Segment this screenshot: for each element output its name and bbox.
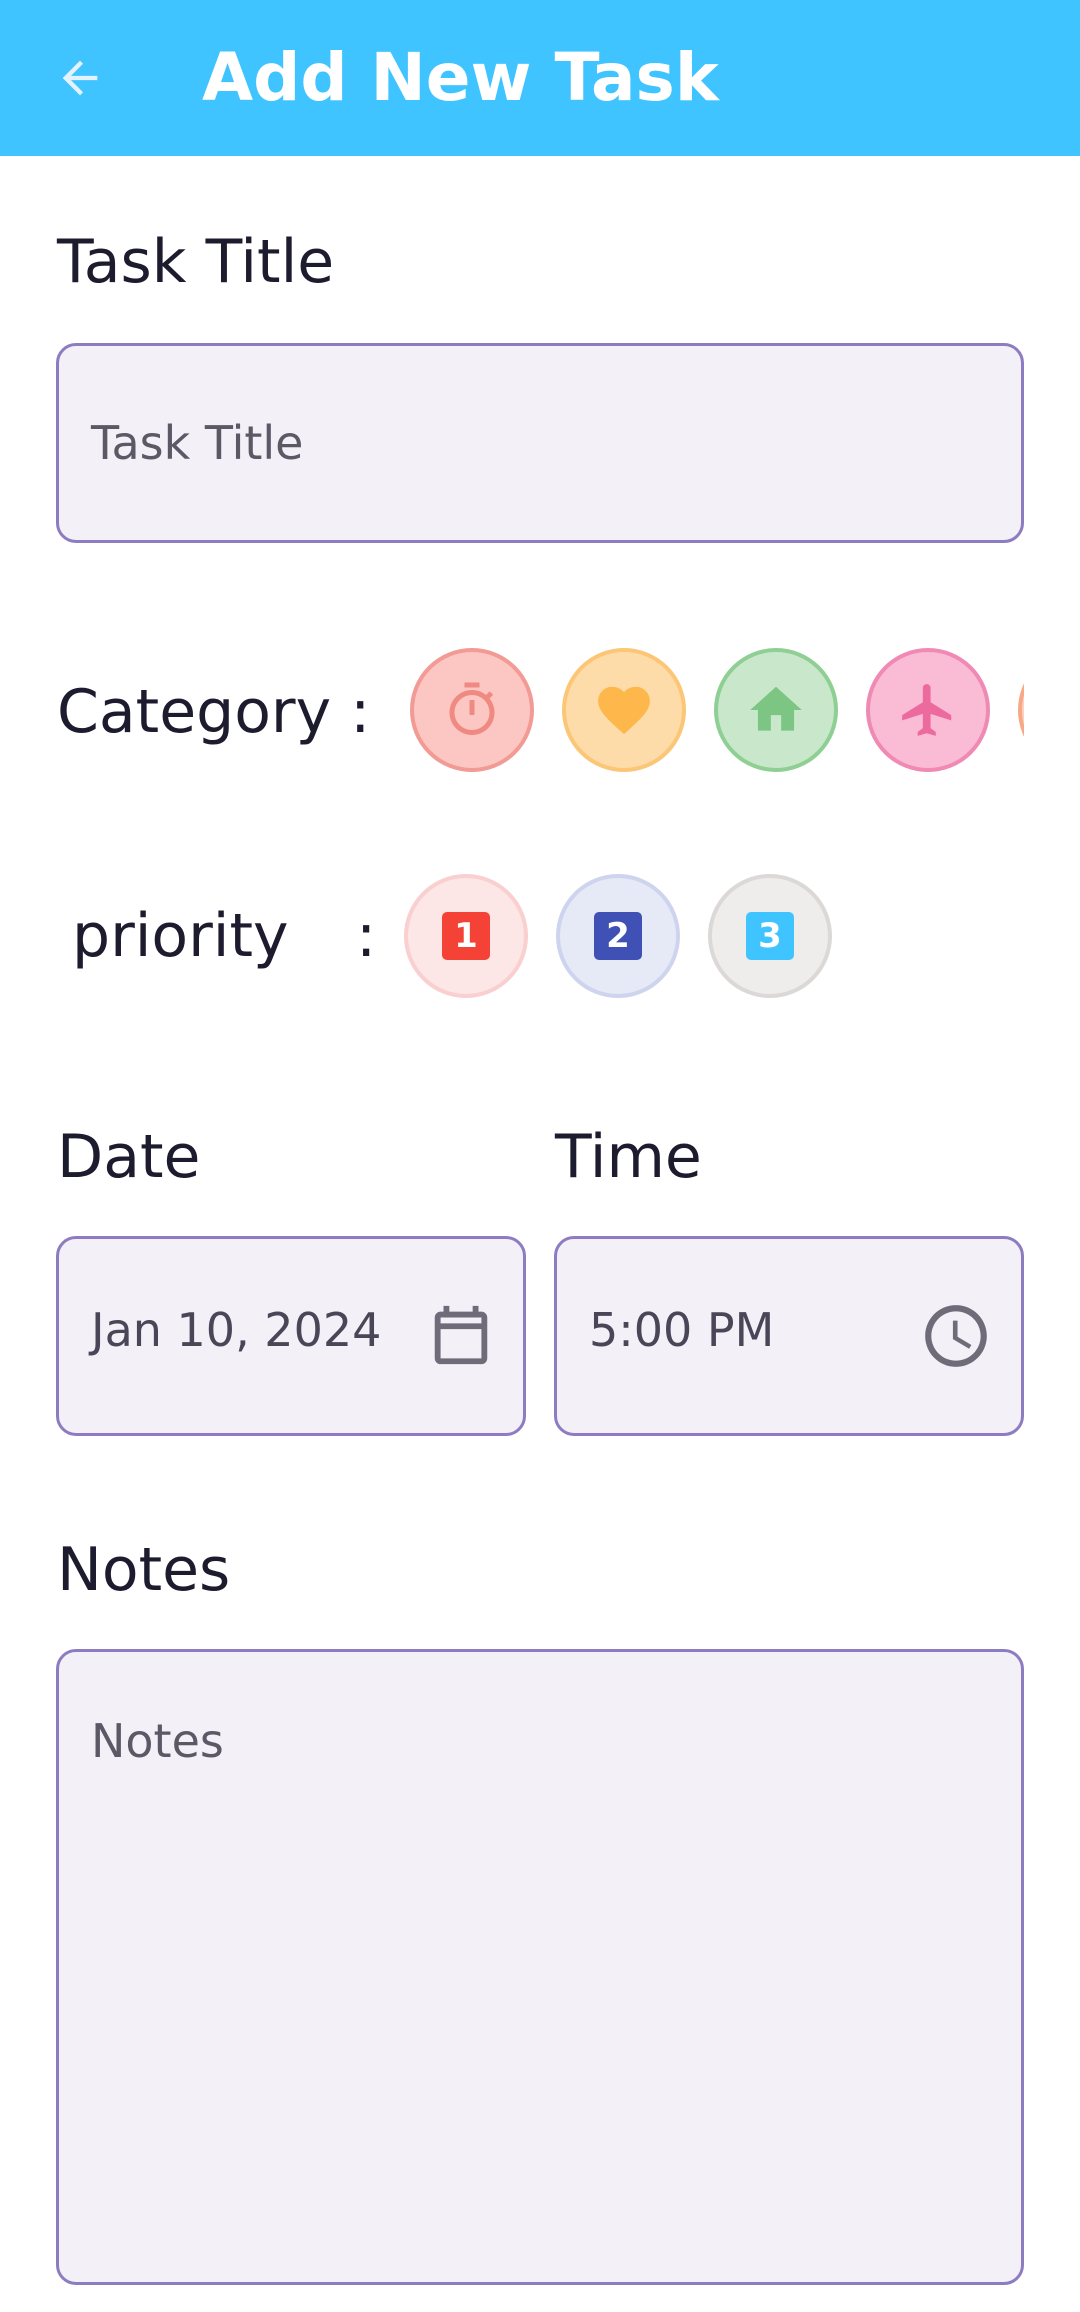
clock-icon[interactable] <box>919 1299 993 1373</box>
category-heart[interactable] <box>562 648 686 772</box>
notes-placeholder: Notes <box>91 1714 224 1768</box>
date-value: Jan 10, 2024 <box>91 1303 382 1357</box>
category-list <box>0 640 1024 780</box>
date-field[interactable]: Jan 10, 2024 <box>56 1236 526 1436</box>
calendar-icon[interactable] <box>426 1299 496 1371</box>
app-bar: Add New Task <box>0 0 1080 156</box>
category-partial[interactable] <box>1018 648 1024 772</box>
date-label: Date <box>57 1122 201 1192</box>
time-value: 5:00 PM <box>589 1303 775 1357</box>
notes-input[interactable]: Notes <box>56 1649 1024 2285</box>
priority-label: priority <box>72 901 289 971</box>
page-title: Add New Task <box>202 39 719 116</box>
category-stopwatch[interactable] <box>410 648 534 772</box>
heart-icon <box>598 686 650 735</box>
priority-2-button[interactable]: 2 <box>556 874 680 998</box>
back-button[interactable] <box>40 38 120 118</box>
home-icon <box>750 686 802 731</box>
time-label: Time <box>555 1122 702 1192</box>
priority-separator: : <box>356 901 377 971</box>
stopwatch-icon <box>449 682 495 735</box>
priority-1-button[interactable]: 1 <box>404 874 528 998</box>
priority-3-button[interactable]: 3 <box>708 874 832 998</box>
back-arrow-icon <box>62 60 98 96</box>
priority-2-badge: 2 <box>594 912 642 960</box>
priority-3-badge: 3 <box>746 912 794 960</box>
category-airplane[interactable] <box>866 648 990 772</box>
time-field[interactable]: 5:00 PM <box>554 1236 1024 1436</box>
airplane-icon <box>902 684 952 736</box>
task-title-input[interactable]: Task Title <box>56 343 1024 543</box>
priority-1-badge: 1 <box>442 912 490 960</box>
category-home[interactable] <box>714 648 838 772</box>
task-title-label: Task Title <box>57 227 335 297</box>
notes-label: Notes <box>57 1535 231 1605</box>
task-title-placeholder: Task Title <box>91 416 304 470</box>
